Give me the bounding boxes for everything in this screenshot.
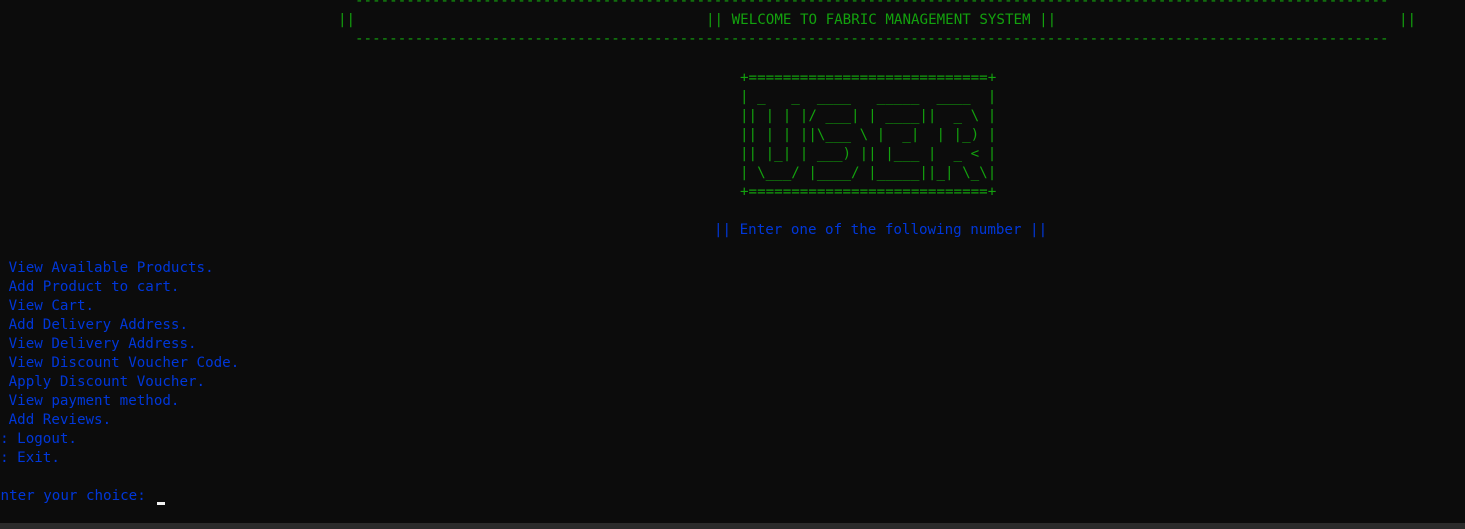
header-rule-top: ----------------------------------------… xyxy=(355,0,1389,9)
header-bar-right: || xyxy=(1399,12,1417,28)
logo-line: | \___/ |____/ |_____||_| \_\| xyxy=(740,165,997,181)
menu-prompt-header: || Enter one of the following number || xyxy=(714,222,1048,238)
logo-line: +============================+ xyxy=(740,184,997,200)
logo-line: || |_| | ___) || |___ | _ < | xyxy=(740,146,997,162)
menu-item-view-products: 1: View Available Products. xyxy=(0,260,214,276)
text-cursor[interactable] xyxy=(157,502,165,505)
menu-item-exit: 11: Exit. xyxy=(0,450,60,466)
logo-line: +============================+ xyxy=(740,70,997,86)
logo-line: | _ _ ____ _____ ____ | xyxy=(740,89,997,105)
menu-item-view-cart: 3: View Cart. xyxy=(0,298,95,314)
header-title: || WELCOME TO FABRIC MANAGEMENT SYSTEM |… xyxy=(706,12,1057,28)
menu-item-view-voucher: 6: View Discount Voucher Code. xyxy=(0,355,240,371)
logo-line: || | | |/ ___| | ____|| _ \ | xyxy=(740,108,997,124)
choice-prompt[interactable]: Enter your choice: xyxy=(0,487,154,506)
header-bar-left: || xyxy=(338,12,356,28)
menu-item-add-reviews: 9: Add Reviews. xyxy=(0,412,112,428)
menu-item-payment-method: 8: View payment method. xyxy=(0,393,180,409)
menu-item-logout: 10: Logout. xyxy=(0,431,77,447)
logo-line: || | | ||\___ \ | _| | |_) | xyxy=(740,127,997,143)
menu-item-add-address: 4: Add Delivery Address. xyxy=(0,317,188,333)
header-rule-bottom: ----------------------------------------… xyxy=(355,31,1389,47)
menu-list: 1: View Available Products. 2: Add Produ… xyxy=(0,259,239,468)
terminal-window: ----------------------------------------… xyxy=(0,0,1465,523)
window-bottom-border xyxy=(0,523,1465,529)
menu-item-apply-voucher: 7: Apply Discount Voucher. xyxy=(0,374,206,390)
menu-item-view-address: 5: View Delivery Address. xyxy=(0,336,197,352)
menu-item-add-to-cart: 2: Add Product to cart. xyxy=(0,279,180,295)
